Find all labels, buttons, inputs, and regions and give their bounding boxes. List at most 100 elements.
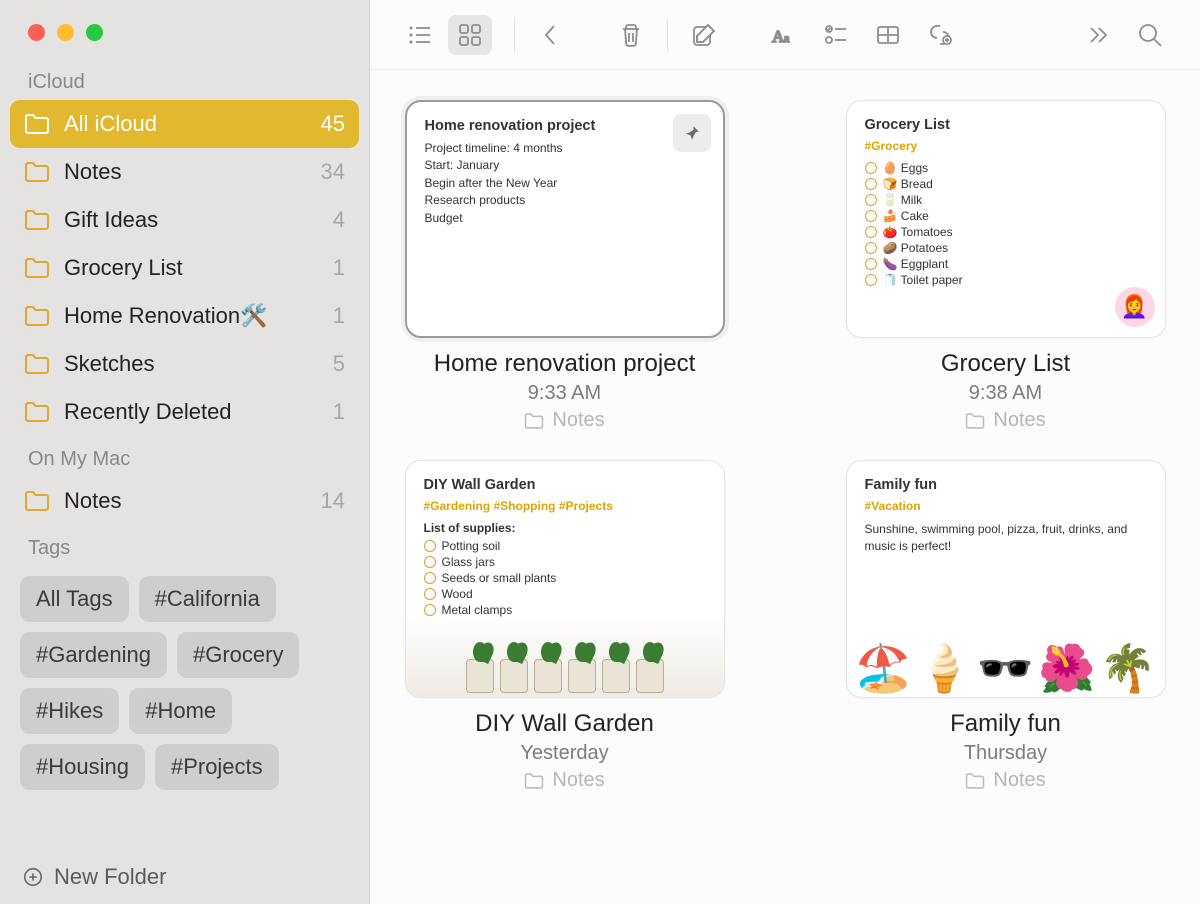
folder-name: Notes (64, 159, 321, 185)
folder-count: 45 (321, 111, 345, 137)
sidebar: iCloudAll iCloud45Notes34Gift Ideas4Groc… (0, 0, 370, 904)
checklist-item-label: 🥔 Potatoes (883, 241, 949, 255)
note-tile[interactable]: Home renovation projectProject timeline:… (404, 100, 725, 432)
main-pane: Aa Home renovation projectProject timeli… (370, 0, 1200, 904)
new-folder-button[interactable]: New Folder (22, 864, 166, 890)
folder-count: 14 (321, 488, 345, 514)
note-card-subhead: List of supplies: (424, 521, 706, 535)
tag-chip[interactable]: #Housing (20, 744, 145, 790)
folder-icon (24, 113, 50, 135)
checkbox-icon (424, 540, 436, 552)
note-card[interactable]: Family fun #Vacation Sunshine, swimming po… (846, 460, 1166, 698)
checkbox-icon (424, 572, 436, 584)
note-card-checklist: 🥚 Eggs🍞 Bread🥛 Milk🍰 Cake🍅 Tomatoes🥔 Pot… (865, 161, 1147, 287)
folder-count: 1 (333, 303, 345, 329)
note-card-title: Family fun (865, 477, 1147, 493)
close-window-button[interactable] (28, 24, 45, 41)
folder-name: All iCloud (64, 111, 321, 137)
checkbox-icon (424, 556, 436, 568)
note-card[interactable]: Home renovation projectProject timeline:… (405, 100, 725, 338)
folder-count: 1 (333, 399, 345, 425)
gallery-view-button[interactable] (448, 15, 492, 55)
list-icon (405, 20, 435, 50)
folder-name: Grocery List (64, 255, 333, 281)
sidebar-folder-item[interactable]: Gift Ideas4 (10, 196, 359, 244)
sidebar-folder-item[interactable]: Recently Deleted1 (10, 388, 359, 436)
note-card-body: Sunshine, swimming pool, pizza, fruit, d… (865, 521, 1147, 556)
delete-button[interactable] (609, 15, 653, 55)
compose-button[interactable] (682, 15, 726, 55)
chevron-double-right-icon (1083, 20, 1113, 50)
checklist-item-label: 🍞 Bread (883, 177, 933, 191)
folder-count: 4 (333, 207, 345, 233)
note-location-label: Notes (552, 769, 604, 792)
maximize-window-button[interactable] (86, 24, 103, 41)
note-card-checklist: Potting soilGlass jarsSeeds or small pla… (424, 539, 706, 617)
more-button[interactable] (1076, 15, 1120, 55)
tag-chip[interactable]: All Tags (20, 576, 129, 622)
checkbox-icon (865, 274, 877, 286)
tag-chip[interactable]: #Hikes (20, 688, 119, 734)
checklist-item-label: Seeds or small plants (442, 571, 557, 585)
back-button[interactable] (529, 15, 573, 55)
sidebar-folder-item[interactable]: Notes34 (10, 148, 359, 196)
note-title: Grocery List (941, 350, 1070, 378)
sidebar-section-label: On My Mac (0, 436, 369, 477)
note-card-title: DIY Wall Garden (424, 477, 706, 493)
shared-avatar: 👩‍🦰 (1115, 287, 1155, 327)
note-card-body: Project timeline: 4 monthsStart: January… (425, 140, 705, 227)
note-title: DIY Wall Garden (475, 710, 654, 738)
note-tile[interactable]: Grocery List#Grocery🥚 Eggs🍞 Bread🥛 Milk🍰… (845, 100, 1166, 432)
checkbox-icon (865, 162, 877, 174)
sidebar-folder-item[interactable]: Sketches5 (10, 340, 359, 388)
card-artwork: 🏖️🍦🕶️🌺🌴 (847, 557, 1165, 697)
tag-chip[interactable]: #Gardening (20, 632, 167, 678)
tag-chip[interactable]: #California (139, 576, 276, 622)
link-button[interactable] (918, 15, 962, 55)
note-location-label: Notes (993, 409, 1045, 432)
checklist-button[interactable] (814, 15, 858, 55)
checklist-item-label: Wood (442, 587, 473, 601)
search-button[interactable] (1128, 15, 1172, 55)
checkbox-icon (424, 604, 436, 616)
note-card[interactable]: Grocery List#Grocery🥚 Eggs🍞 Bread🥛 Milk🍰… (846, 100, 1166, 338)
list-view-button[interactable] (398, 15, 442, 55)
folder-small-icon (524, 412, 544, 430)
note-card[interactable]: DIY Wall Garden#Gardening #Shopping #Pro… (405, 460, 725, 698)
checklist-item-label: 🍆 Eggplant (883, 257, 949, 271)
checklist-item-label: Potting soil (442, 539, 501, 553)
folder-count: 34 (321, 159, 345, 185)
table-icon (873, 20, 903, 50)
folder-small-icon (965, 412, 985, 430)
note-time: Thursday (964, 742, 1047, 765)
tags-heading: Tags (0, 525, 369, 566)
sidebar-folder-item[interactable]: Home Renovation🛠️1 (10, 292, 359, 340)
minimize-window-button[interactable] (57, 24, 74, 41)
note-location: Notes (524, 409, 604, 432)
sidebar-folder-item[interactable]: Grocery List1 (10, 244, 359, 292)
tag-chip[interactable]: #Grocery (177, 632, 299, 678)
card-artwork (406, 617, 724, 697)
format-button[interactable]: Aa (762, 15, 806, 55)
checkbox-icon (865, 258, 877, 270)
note-location: Notes (524, 769, 604, 792)
checklist-item-label: 🥛 Milk (883, 193, 923, 207)
table-button[interactable] (866, 15, 910, 55)
trash-icon (616, 20, 646, 50)
tag-chip[interactable]: #Home (129, 688, 232, 734)
note-title: Family fun (950, 710, 1061, 738)
folder-name: Home Renovation🛠️ (64, 303, 333, 329)
sidebar-folder-item[interactable]: All iCloud45 (10, 100, 359, 148)
checkbox-icon (865, 178, 877, 190)
note-tile[interactable]: DIY Wall Garden#Gardening #Shopping #Pro… (404, 460, 725, 792)
folder-icon (24, 161, 50, 183)
sidebar-folder-item[interactable]: Notes14 (10, 477, 359, 525)
tag-chip[interactable]: #Projects (155, 744, 279, 790)
note-tile[interactable]: Family fun #Vacation Sunshine, swimming po… (845, 460, 1166, 792)
folder-icon (24, 353, 50, 375)
checklist-item-label: 🍰 Cake (883, 209, 929, 223)
note-time: 9:33 AM (528, 382, 601, 405)
note-card-hashtags: #Vacation (865, 499, 1147, 513)
checkbox-icon (865, 226, 877, 238)
window-controls (0, 0, 369, 59)
